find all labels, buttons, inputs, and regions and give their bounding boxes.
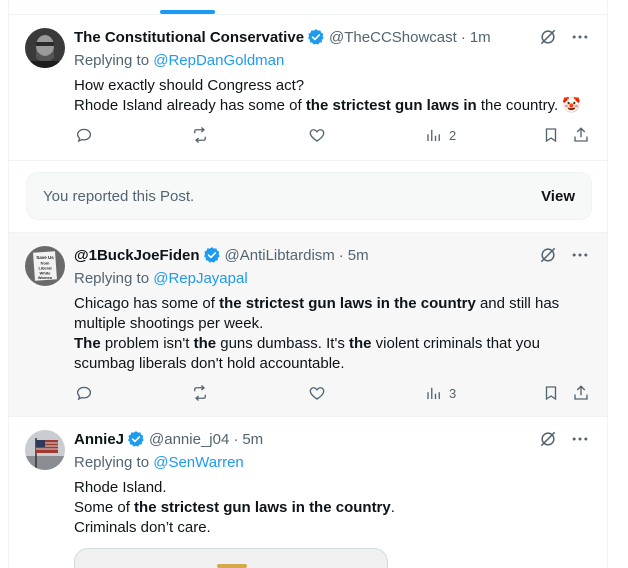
post-3[interactable]: AnnieJ @annie_j04 · 5m Replying to @SenW…	[9, 417, 607, 568]
reply-button[interactable]	[75, 384, 93, 402]
more-icon[interactable]	[569, 428, 591, 450]
verified-badge-icon	[203, 246, 221, 264]
replying-to: Replying to @RepJayapal	[74, 270, 248, 287]
text-line: Criminals don’t care.	[74, 519, 211, 536]
repost-button[interactable]	[191, 126, 209, 144]
views-count: 3	[449, 385, 457, 401]
like-icon	[309, 129, 325, 142]
author-handle[interactable]: @TheCCShowcast	[329, 29, 457, 46]
post-actions: 2	[74, 126, 591, 148]
grok-icon[interactable]	[537, 26, 559, 48]
reply-icon	[76, 128, 92, 143]
post-1[interactable]: The Constitutional Conservative @TheCCSh…	[9, 15, 607, 160]
post-header: The Constitutional Conservative @TheCCSh…	[74, 27, 591, 47]
text-paragraph: The problem isn't the guns dumbass. It's…	[74, 335, 540, 372]
replying-label: Replying to	[74, 454, 150, 471]
like-icon	[309, 387, 325, 400]
post-time[interactable]: 5m	[242, 431, 263, 448]
post-time[interactable]: 1m	[470, 29, 491, 46]
reply-mention-link[interactable]: @RepJayapal	[153, 270, 247, 287]
replying-to: Replying to @RepDanGoldman	[74, 52, 284, 69]
post-2[interactable]: Save Us from Liberal White Women @1BuckJ…	[9, 233, 607, 416]
views-icon	[427, 387, 440, 399]
text-line: Rhode Island.	[74, 479, 167, 496]
reported-text: You reported this Post.	[43, 187, 195, 205]
avatar[interactable]: Save Us from Liberal White Women	[25, 246, 65, 286]
like-button[interactable]	[308, 384, 326, 402]
views-count: 2	[449, 127, 457, 143]
separator-dot: ·	[233, 430, 239, 448]
share-button[interactable]	[572, 126, 590, 144]
grok-icon[interactable]	[537, 428, 559, 450]
repost-icon	[194, 385, 206, 401]
post-time[interactable]: 5m	[348, 247, 369, 264]
replying-label: Replying to	[74, 52, 150, 69]
like-button[interactable]	[308, 126, 326, 144]
divider	[9, 160, 607, 161]
verified-badge-icon	[307, 28, 325, 46]
media-image	[217, 564, 247, 568]
views-button[interactable]: 3	[425, 384, 456, 402]
repost-button[interactable]	[191, 384, 209, 402]
post-header: @1BuckJoeFiden @AntiLibtardism · 5m	[74, 245, 591, 265]
post-header: AnnieJ @annie_j04 · 5m	[74, 429, 591, 449]
share-icon	[574, 385, 588, 400]
reply-icon	[76, 386, 92, 401]
svg-text:Save Us: Save Us	[36, 255, 54, 260]
svg-text:Women: Women	[38, 275, 53, 280]
repost-icon	[194, 127, 206, 143]
text-line: Rhode Island already has some of the str…	[74, 97, 581, 114]
text-line: Some of the strictest gun laws in the co…	[74, 499, 395, 516]
share-icon	[574, 127, 588, 142]
share-button[interactable]	[572, 384, 590, 402]
post-text: Chicago has some of the strictest gun la…	[74, 294, 587, 374]
views-button[interactable]: 2	[425, 126, 456, 144]
avatar[interactable]	[25, 430, 65, 470]
text-paragraph: Chicago has some of the strictest gun la…	[74, 295, 560, 332]
avatar[interactable]	[25, 28, 65, 68]
reply-mention-link[interactable]: @RepDanGoldman	[153, 52, 284, 69]
verified-badge-icon	[127, 430, 145, 448]
author-name[interactable]: AnnieJ	[74, 431, 124, 448]
post-text: Rhode Island. Some of the strictest gun …	[74, 478, 587, 538]
author-handle[interactable]: @annie_j04	[149, 431, 229, 448]
bookmark-icon	[545, 128, 557, 143]
bookmark-button[interactable]	[542, 126, 560, 144]
author-name[interactable]: @1BuckJoeFiden	[74, 247, 200, 264]
reported-post-notice: You reported this Post. View	[26, 172, 592, 220]
reply-button[interactable]	[75, 126, 93, 144]
more-icon[interactable]	[569, 244, 591, 266]
author-name[interactable]: The Constitutional Conservative	[74, 29, 304, 46]
media-card[interactable]	[74, 548, 388, 568]
view-reported-button[interactable]: View	[541, 188, 575, 205]
replying-to: Replying to @SenWarren	[74, 454, 244, 471]
post-actions: 3	[74, 384, 591, 406]
author-handle[interactable]: @AntiLibtardism	[225, 247, 335, 264]
timeline-column: The Constitutional Conservative @TheCCSh…	[8, 0, 608, 568]
text-line: How exactly should Congress act?	[74, 77, 305, 94]
grok-icon[interactable]	[537, 244, 559, 266]
replying-label: Replying to	[74, 270, 150, 287]
separator-dot: ·	[460, 28, 466, 46]
reply-mention-link[interactable]: @SenWarren	[153, 454, 244, 471]
separator-dot: ·	[338, 246, 344, 264]
views-icon	[427, 129, 440, 141]
bookmark-button[interactable]	[542, 384, 560, 402]
more-icon[interactable]	[569, 26, 591, 48]
post-text: How exactly should Congress act? Rhode I…	[74, 76, 587, 116]
bookmark-icon	[545, 386, 557, 401]
